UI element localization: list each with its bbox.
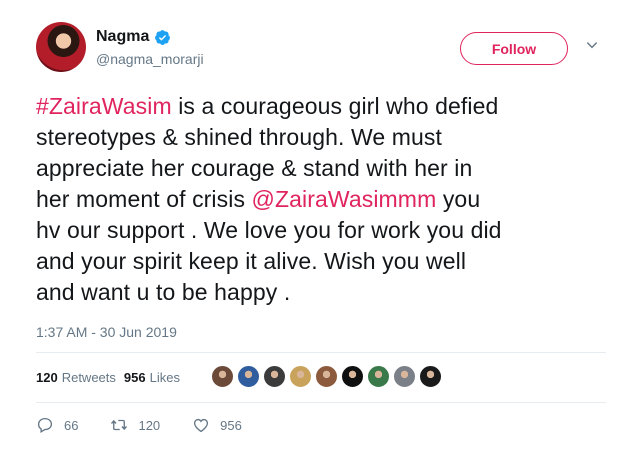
retweet-count: 120 bbox=[138, 417, 161, 433]
liker-avatars bbox=[211, 365, 445, 388]
retweet-action[interactable]: 120 bbox=[110, 416, 160, 434]
chevron-down-icon[interactable] bbox=[585, 38, 599, 52]
verified-badge-icon bbox=[155, 29, 171, 45]
heart-icon bbox=[194, 418, 209, 433]
liker-avatar[interactable] bbox=[393, 365, 416, 388]
hashtag-link[interactable]: #ZairaWasim bbox=[36, 93, 172, 119]
tweet-timestamp[interactable]: 1:37 AM - 30 Jun 2019 bbox=[36, 324, 177, 340]
liker-avatar[interactable] bbox=[367, 365, 390, 388]
tweet-line: her moment of crisis @ZairaWasimmm you bbox=[36, 184, 616, 215]
tweet-text-segment: stereotypes & shined through. We must bbox=[36, 124, 442, 150]
mention-link[interactable]: @ZairaWasimmm bbox=[252, 186, 437, 212]
retweets-label: Retweets bbox=[61, 370, 116, 385]
liker-avatar[interactable] bbox=[419, 365, 442, 388]
tweet-line: stereotypes & shined through. We must bbox=[36, 122, 616, 153]
reply-count: 66 bbox=[64, 417, 79, 433]
follow-button[interactable]: Follow bbox=[460, 32, 568, 65]
engagement-stats: 120 Retweets 956 Likes bbox=[36, 370, 188, 385]
tweet-text-segment: is a courageous girl who defied bbox=[171, 93, 499, 119]
avatar[interactable] bbox=[36, 22, 86, 72]
tweet-line: and want u to be happy . bbox=[36, 277, 616, 308]
like-count: 956 bbox=[220, 417, 242, 433]
likes-count: 956 bbox=[123, 370, 146, 385]
tweet-header: Nagma @nagma_morarji Follow bbox=[36, 22, 606, 78]
tweet-text-segment: and your spirit keep it alive. Wish you … bbox=[36, 248, 467, 274]
retweets-stat[interactable]: 120 Retweets bbox=[36, 370, 116, 385]
tweet-text-segment: you bbox=[436, 186, 481, 212]
name-row: Nagma bbox=[96, 28, 171, 46]
tweet-line: and your spirit keep it alive. Wish you … bbox=[36, 246, 616, 277]
tweet-line: appreciate her courage & stand with her … bbox=[36, 153, 616, 184]
liker-avatar[interactable] bbox=[315, 365, 338, 388]
retweets-count: 120 bbox=[36, 370, 58, 385]
tweet-text-segment: hv our support . We love you for work yo… bbox=[36, 217, 502, 243]
divider bbox=[36, 402, 606, 403]
tweet-text-segment: her moment of crisis bbox=[36, 186, 252, 212]
reply-action[interactable]: 66 bbox=[36, 416, 78, 434]
divider bbox=[36, 352, 606, 353]
liker-avatar[interactable] bbox=[211, 365, 234, 388]
liker-avatar[interactable] bbox=[289, 365, 312, 388]
tweet-text-segment: and want u to be happy . bbox=[36, 279, 291, 305]
likes-stat[interactable]: 956 Likes bbox=[124, 370, 180, 385]
like-action[interactable]: 956 bbox=[192, 416, 242, 434]
liker-avatar[interactable] bbox=[263, 365, 286, 388]
tweet-actions: 66 120 956 bbox=[36, 416, 274, 434]
retweet-icon bbox=[111, 419, 128, 431]
reply-icon bbox=[37, 417, 53, 433]
tweet-text: #ZairaWasim is a courageous girl who def… bbox=[36, 91, 616, 308]
liker-avatar[interactable] bbox=[237, 365, 260, 388]
user-handle[interactable]: @nagma_morarji bbox=[96, 51, 204, 67]
tweet-line: #ZairaWasim is a courageous girl who def… bbox=[36, 91, 616, 122]
tweet-line: hv our support . We love you for work yo… bbox=[36, 215, 616, 246]
liker-avatar[interactable] bbox=[341, 365, 364, 388]
tweet-text-segment: appreciate her courage & stand with her … bbox=[36, 155, 473, 181]
display-name[interactable]: Nagma bbox=[96, 28, 149, 46]
likes-label: Likes bbox=[149, 370, 180, 385]
